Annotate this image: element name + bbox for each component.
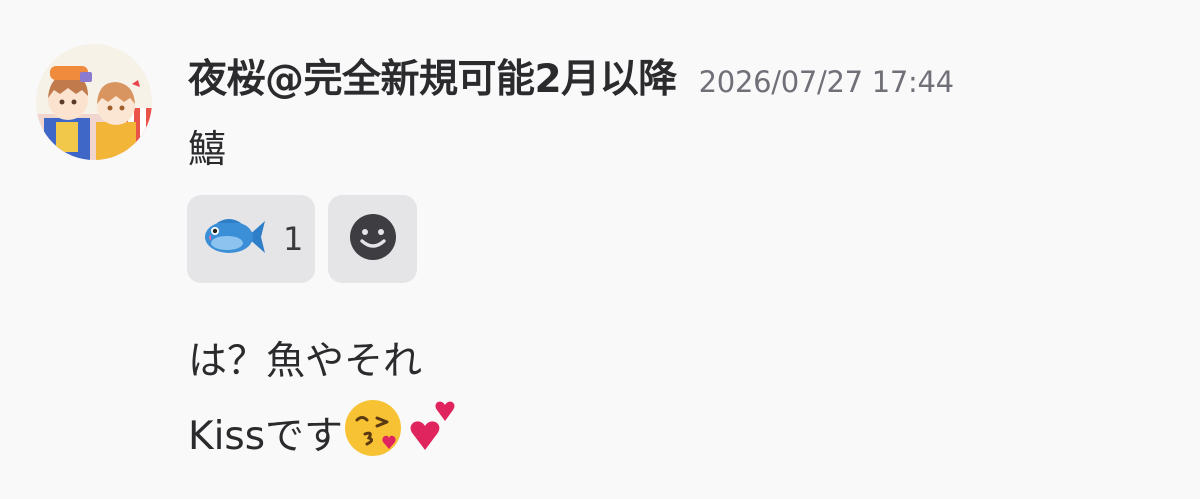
- chat-message: 夜桜@完全新規可能2月以降 2026/07/27 17:44 鱚 1 は？魚やそ…: [0, 0, 1200, 499]
- followup-text-2: Kissです: [188, 414, 344, 459]
- message-header: 夜桜@完全新規可能2月以降 2026/07/27 17:44: [188, 48, 954, 104]
- timestamp: 2026/07/27 17:44: [698, 65, 954, 99]
- followup-message-1: は？魚やそれ: [188, 330, 422, 386]
- user-avatar-icon[interactable]: [36, 44, 152, 160]
- followup-message-2: Kissです: [188, 398, 459, 468]
- add-reaction-button[interactable]: [328, 195, 417, 283]
- username[interactable]: 夜桜@完全新規可能2月以降: [188, 48, 677, 104]
- face-blowing-kiss-icon: [343, 398, 403, 468]
- reaction-fish-button[interactable]: 1: [187, 195, 315, 283]
- reaction-count: 1: [283, 220, 304, 258]
- message-text: 鱚: [188, 127, 227, 171]
- reaction-bar: 1: [187, 195, 417, 283]
- smiley-icon: [349, 213, 397, 265]
- fish-emoji-icon: [203, 213, 267, 265]
- two-hearts-icon: [403, 398, 459, 468]
- followup-text-1: は？魚やそれ: [188, 339, 423, 384]
